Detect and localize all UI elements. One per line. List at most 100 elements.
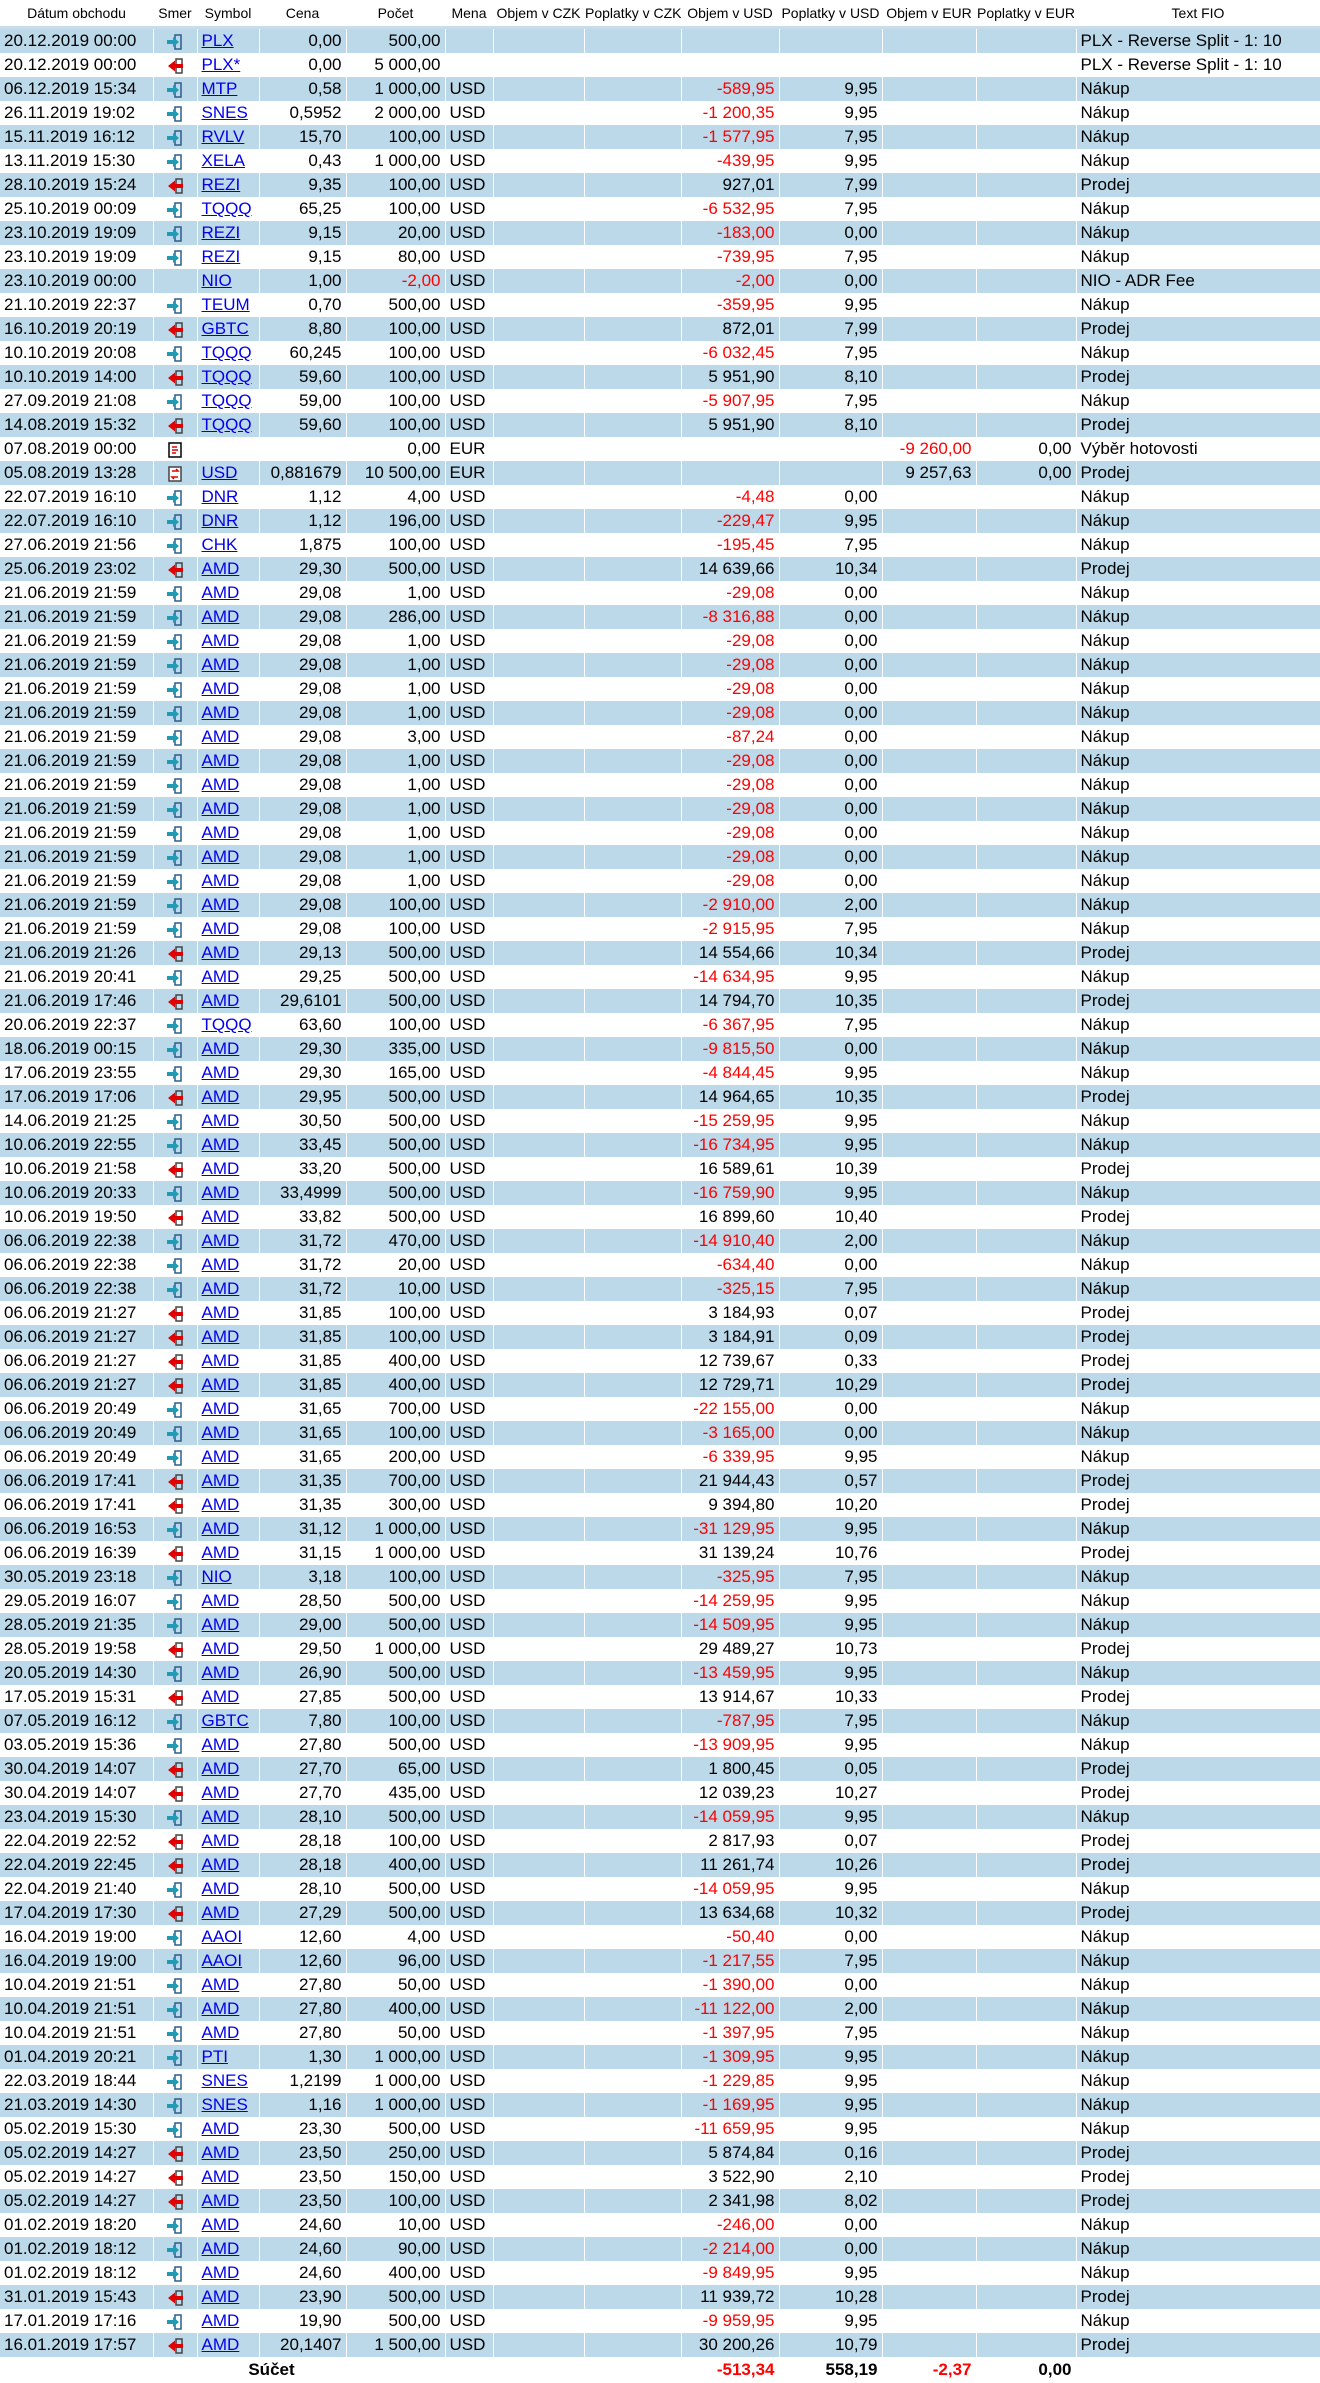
symbol-link[interactable]: REZI — [202, 223, 241, 242]
symbol-link[interactable]: AMD — [202, 2143, 240, 2162]
symbol-link[interactable]: XELA — [202, 151, 245, 170]
symbol-link[interactable]: AMD — [202, 703, 240, 722]
symbol-link[interactable]: SNES — [202, 2095, 248, 2114]
symbol-link[interactable]: AMD — [202, 775, 240, 794]
symbol-link[interactable]: TQQQ — [202, 391, 252, 410]
symbol-link[interactable]: AMD — [202, 655, 240, 674]
symbol-link[interactable]: AMD — [202, 1183, 240, 1202]
symbol-link[interactable]: AMD — [202, 631, 240, 650]
symbol-link[interactable]: AMD — [202, 2023, 240, 2042]
symbol-link[interactable]: AMD — [202, 1807, 240, 1826]
symbol-link[interactable]: AMD — [202, 1351, 240, 1370]
symbol-link[interactable]: AMD — [202, 1207, 240, 1226]
symbol-link[interactable]: GBTC — [202, 319, 249, 338]
symbol-link[interactable]: SNES — [202, 103, 248, 122]
symbol-link[interactable]: AMD — [202, 2287, 240, 2306]
symbol-link[interactable]: AMD — [202, 1639, 240, 1658]
symbol-link[interactable]: AMD — [202, 2119, 240, 2138]
symbol-link[interactable]: TQQQ — [202, 199, 252, 218]
symbol-link[interactable]: AMD — [202, 1255, 240, 1274]
symbol-link[interactable]: AMD — [202, 895, 240, 914]
symbol-link[interactable]: AMD — [202, 1423, 240, 1442]
symbol-link[interactable]: AMD — [202, 1087, 240, 1106]
symbol-link[interactable]: PLX* — [202, 55, 241, 74]
symbol-link[interactable]: TQQQ — [202, 1015, 252, 1034]
symbol-link[interactable]: AMD — [202, 1591, 240, 1610]
symbol-link[interactable]: AMD — [202, 2239, 240, 2258]
symbol-link[interactable]: REZI — [202, 175, 241, 194]
symbol-link[interactable]: AMD — [202, 1999, 240, 2018]
symbol-link[interactable]: AMD — [202, 967, 240, 986]
symbol-link[interactable]: AMD — [202, 2335, 240, 2354]
symbol-link[interactable]: AMD — [202, 751, 240, 770]
symbol-link[interactable]: AMD — [202, 1615, 240, 1634]
symbol-link[interactable]: TQQQ — [202, 367, 252, 386]
symbol-link[interactable]: RVLV — [202, 127, 245, 146]
symbol-link[interactable]: MTP — [202, 79, 238, 98]
symbol-link[interactable]: AMD — [202, 679, 240, 698]
symbol-link[interactable]: AAOI — [202, 1951, 243, 1970]
symbol-link[interactable]: AMD — [202, 1975, 240, 1994]
symbol-link[interactable]: AMD — [202, 1231, 240, 1250]
symbol-link[interactable]: AMD — [202, 2311, 240, 2330]
fees-czk-cell — [584, 1829, 682, 1853]
symbol-link[interactable]: PTI — [202, 2047, 228, 2066]
fees-czk-cell — [584, 1085, 682, 1109]
symbol-link[interactable]: AMD — [202, 1495, 240, 1514]
symbol-link[interactable]: AMD — [202, 1471, 240, 1490]
symbol-link[interactable]: AMD — [202, 2191, 240, 2210]
symbol-link[interactable]: NIO — [202, 1567, 232, 1586]
symbol-link[interactable]: AMD — [202, 559, 240, 578]
symbol-link[interactable]: AMD — [202, 1663, 240, 1682]
symbol-link[interactable]: REZI — [202, 247, 241, 266]
symbol-link[interactable]: GBTC — [202, 1711, 249, 1730]
symbol-link[interactable]: AMD — [202, 1159, 240, 1178]
symbol-link[interactable]: AMD — [202, 1783, 240, 1802]
symbol-link[interactable]: AMD — [202, 847, 240, 866]
symbol-link[interactable]: AMD — [202, 1855, 240, 1874]
symbol-link[interactable]: AMD — [202, 1063, 240, 1082]
symbol-link[interactable]: TQQQ — [202, 415, 252, 434]
symbol-link[interactable]: AMD — [202, 1879, 240, 1898]
date-cell: 01.02.2019 18:20 — [0, 2213, 154, 2237]
date-cell: 05.02.2019 14:27 — [0, 2165, 154, 2189]
symbol-link[interactable]: AMD — [202, 727, 240, 746]
symbol-link[interactable]: AMD — [202, 823, 240, 842]
symbol-link[interactable]: AMD — [202, 1303, 240, 1322]
symbol-link[interactable]: AMD — [202, 1111, 240, 1130]
symbol-link[interactable]: DNR — [202, 487, 239, 506]
symbol-link[interactable]: AMD — [202, 607, 240, 626]
symbol-link[interactable]: AMD — [202, 1687, 240, 1706]
symbol-link[interactable]: AAOI — [202, 1927, 243, 1946]
symbol-link[interactable]: TQQQ — [202, 343, 252, 362]
symbol-link[interactable]: AMD — [202, 1447, 240, 1466]
symbol-link[interactable]: PLX — [202, 31, 234, 50]
symbol-link[interactable]: AMD — [202, 2215, 240, 2234]
symbol-link[interactable]: AMD — [202, 991, 240, 1010]
symbol-link[interactable]: AMD — [202, 1903, 240, 1922]
symbol-link[interactable]: AMD — [202, 1519, 240, 1538]
symbol-link[interactable]: CHK — [202, 535, 238, 554]
symbol-link[interactable]: AMD — [202, 799, 240, 818]
symbol-link[interactable]: AMD — [202, 1279, 240, 1298]
symbol-link[interactable]: AMD — [202, 871, 240, 890]
symbol-link[interactable]: SNES — [202, 2071, 248, 2090]
symbol-link[interactable]: AMD — [202, 1039, 240, 1058]
symbol-link[interactable]: AMD — [202, 1375, 240, 1394]
symbol-link[interactable]: AMD — [202, 1759, 240, 1778]
symbol-link[interactable]: AMD — [202, 1135, 240, 1154]
symbol-link[interactable]: AMD — [202, 1831, 240, 1850]
symbol-link[interactable]: AMD — [202, 2263, 240, 2282]
symbol-link[interactable]: USD — [202, 463, 238, 482]
symbol-link[interactable]: AMD — [202, 1327, 240, 1346]
symbol-link[interactable]: AMD — [202, 943, 240, 962]
symbol-link[interactable]: AMD — [202, 2167, 240, 2186]
symbol-link[interactable]: AMD — [202, 919, 240, 938]
symbol-link[interactable]: DNR — [202, 511, 239, 530]
symbol-link[interactable]: AMD — [202, 1399, 240, 1418]
symbol-link[interactable]: NIO — [202, 271, 232, 290]
symbol-link[interactable]: TEUM — [202, 295, 250, 314]
symbol-link[interactable]: AMD — [202, 583, 240, 602]
symbol-link[interactable]: AMD — [202, 1543, 240, 1562]
symbol-link[interactable]: AMD — [202, 1735, 240, 1754]
